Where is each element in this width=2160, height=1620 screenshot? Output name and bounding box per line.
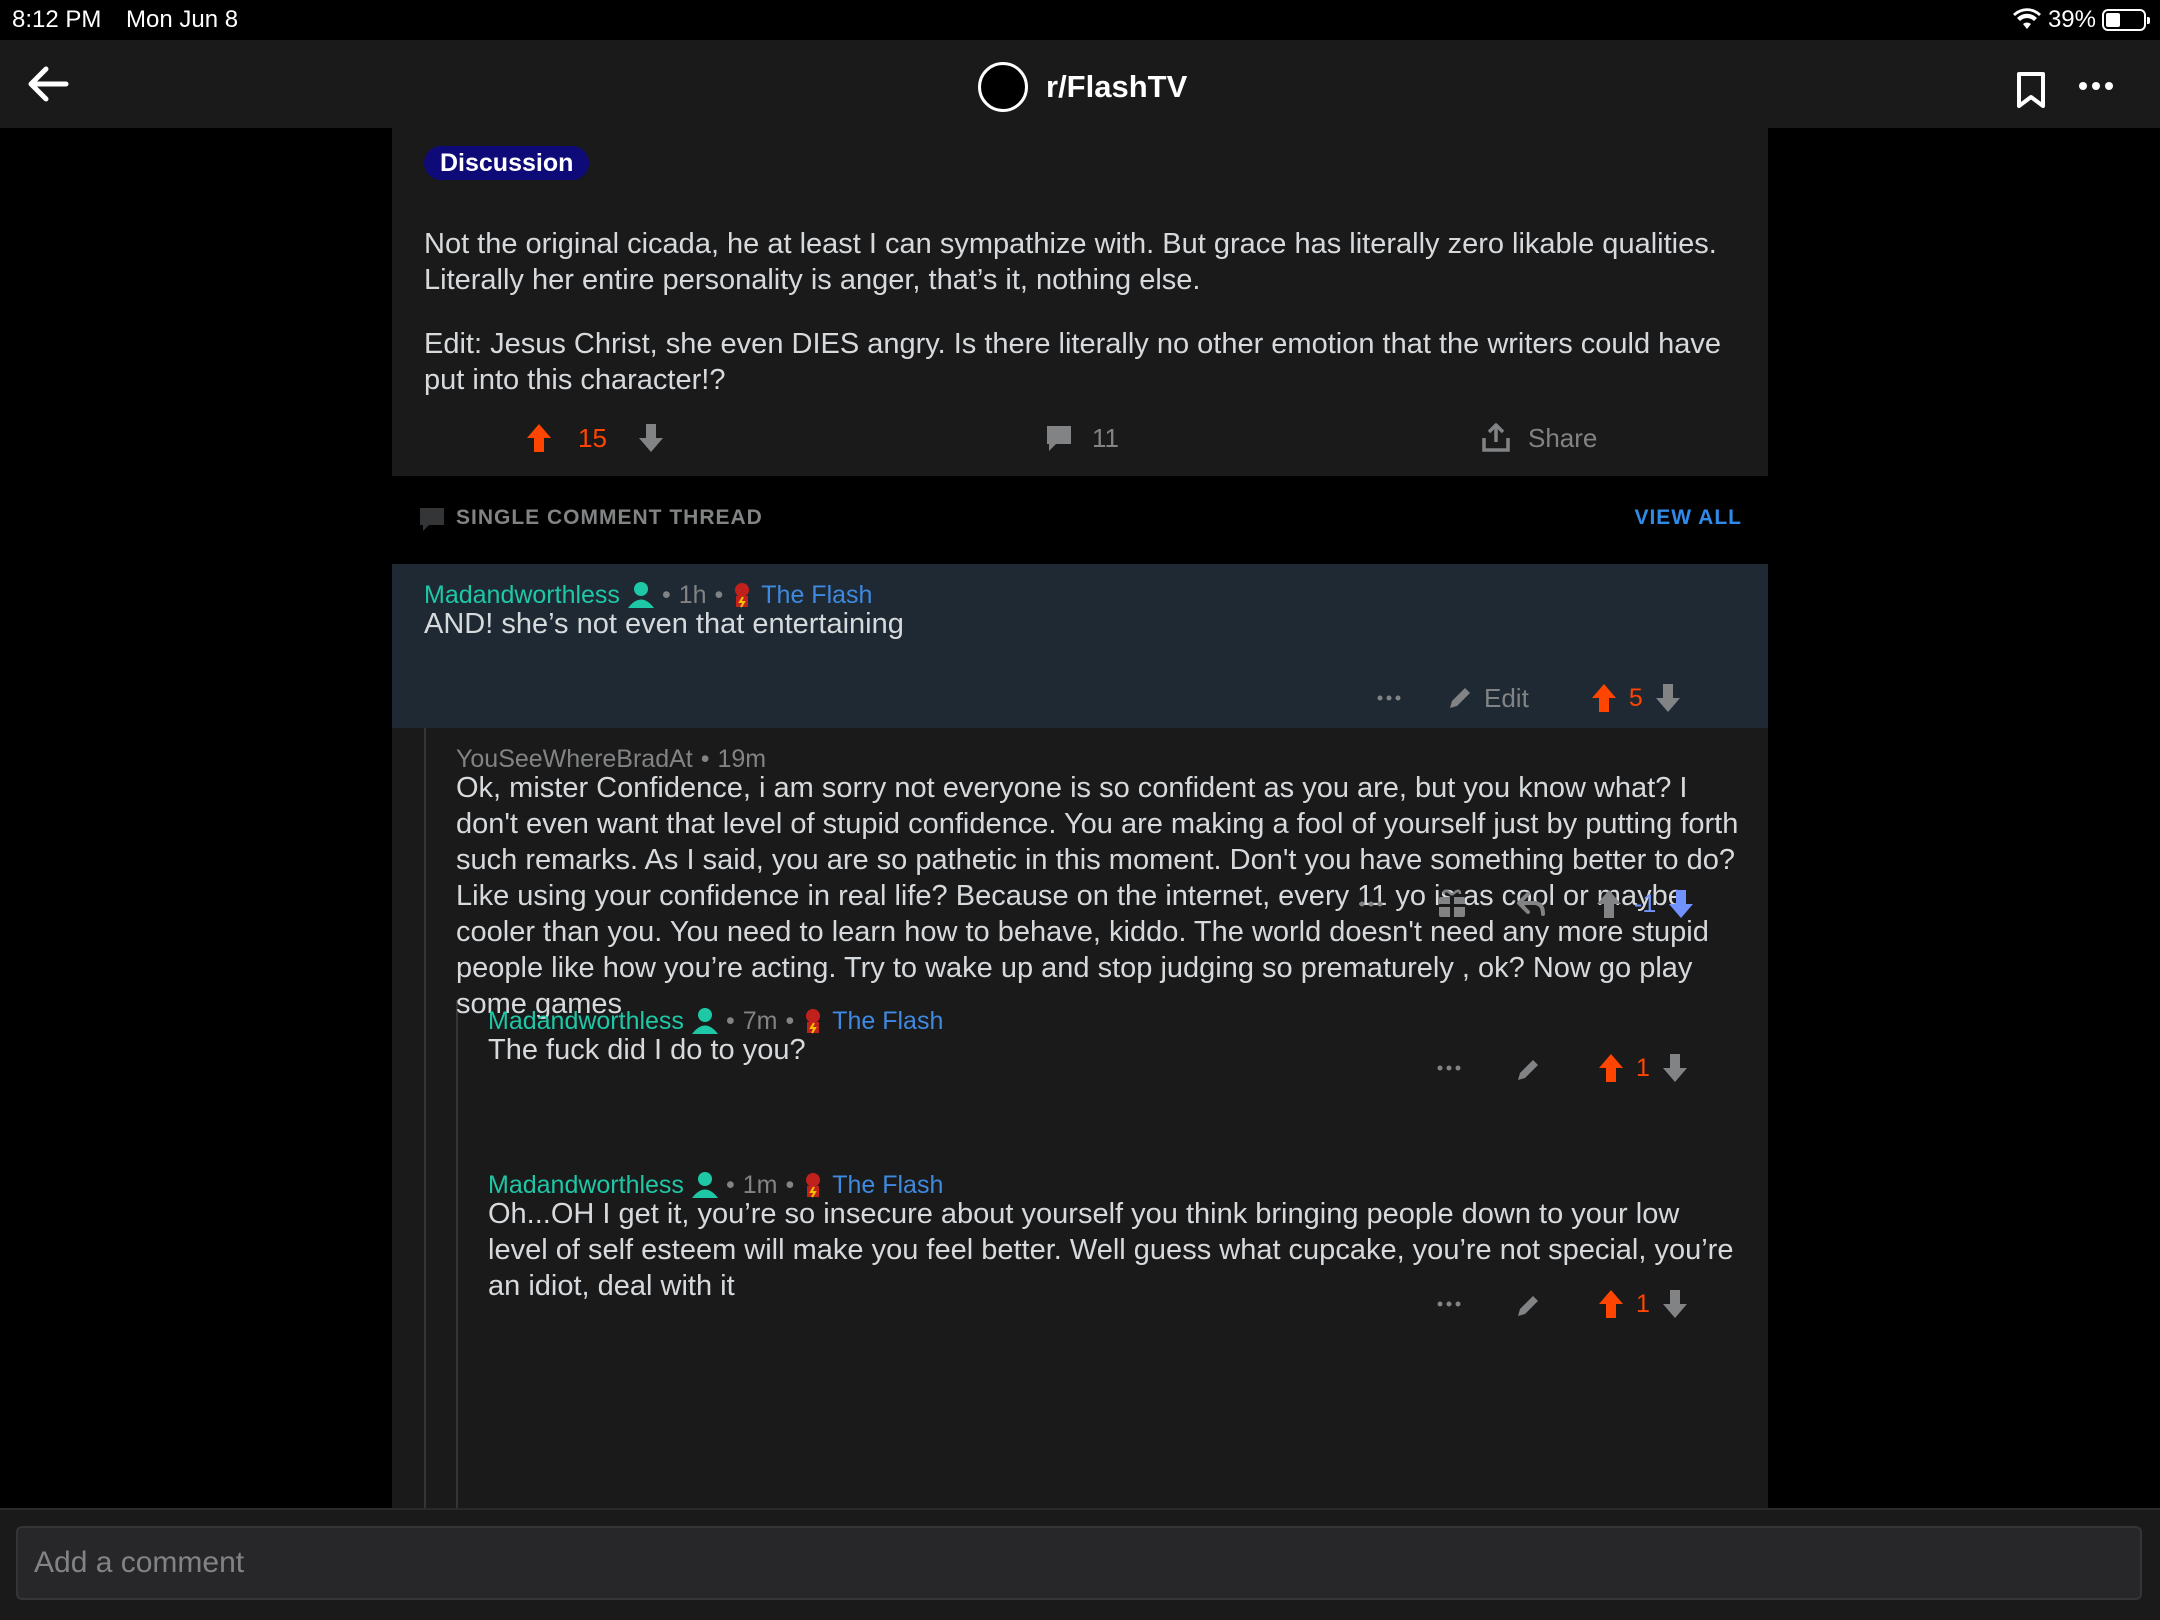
battery-percent: 39% xyxy=(2047,6,2096,33)
flash-flair-icon xyxy=(735,583,750,608)
wifi-icon xyxy=(2012,8,2041,29)
edit-button[interactable]: Edit xyxy=(1446,683,1529,714)
thread-header: SINGLE COMMENT THREAD VIEW ALL xyxy=(392,476,1768,558)
comment-score: 5 xyxy=(1628,683,1643,712)
post-card: Discussion Not the original cicada, he a… xyxy=(392,128,1768,476)
downvote-arrow-icon[interactable] xyxy=(1660,1048,1690,1088)
bookmark-icon[interactable] xyxy=(2014,70,2048,110)
more-options-icon[interactable] xyxy=(1356,884,1386,924)
user-icon xyxy=(691,1008,718,1034)
edit-label: Edit xyxy=(1484,682,1529,713)
battery-icon xyxy=(2102,9,2150,31)
share-button[interactable]: Share xyxy=(1480,418,1597,458)
comments-button[interactable]: 11 xyxy=(1044,418,1119,458)
upvote-arrow-icon[interactable] xyxy=(1589,678,1619,718)
top-nav: r/FlashTV xyxy=(0,40,2160,128)
upvote-arrow-icon[interactable] xyxy=(1596,1048,1626,1088)
more-options-icon[interactable] xyxy=(2076,68,2116,104)
thread-label: SINGLE COMMENT THREAD xyxy=(456,506,763,529)
gift-icon[interactable] xyxy=(1436,884,1468,924)
pencil-icon xyxy=(1450,688,1470,708)
more-options-icon[interactable] xyxy=(1434,1048,1464,1088)
post-actions: 15 11 Share xyxy=(392,418,1768,458)
status-time: 8:12 PM xyxy=(12,6,102,33)
flash-flair-icon xyxy=(806,1173,821,1198)
upvote-arrow-icon[interactable] xyxy=(524,418,554,458)
post-body: Not the original cicada, he at least I c… xyxy=(424,226,1744,426)
post-score: 15 xyxy=(578,422,607,453)
pencil-icon[interactable] xyxy=(1514,1284,1542,1324)
reply-arrow-icon[interactable] xyxy=(1516,884,1546,924)
comment-count: 11 xyxy=(1092,422,1119,453)
thread-line[interactable] xyxy=(424,728,426,1508)
downvote-arrow-icon[interactable] xyxy=(1666,884,1696,924)
comment-text: AND! she’s not even that entertaining xyxy=(424,608,904,640)
subreddit-avatar xyxy=(978,62,1028,112)
comment-bubble-icon xyxy=(1047,426,1071,451)
status-bar: 8:12 PM Mon Jun 8 39% xyxy=(0,0,2160,40)
subreddit-title: r/FlashTV xyxy=(1046,69,1188,104)
comment-score: 1 xyxy=(1636,1289,1650,1318)
replies: YouSeeWhereBradAt • 19m Ok, mister Confi… xyxy=(392,728,1768,1508)
share-icon xyxy=(1482,423,1510,452)
comment-actions: 1 xyxy=(1434,1284,1690,1324)
post-column: Discussion Not the original cicada, he a… xyxy=(392,128,1768,1508)
view-all-link[interactable]: VIEW ALL xyxy=(1634,506,1742,530)
more-options-icon[interactable] xyxy=(1434,1284,1464,1324)
highlighted-comment: Madandworthless • 1h • The Flash AND! sh… xyxy=(392,564,1768,728)
comment-bubble-icon xyxy=(420,508,444,531)
downvote-arrow-icon[interactable] xyxy=(636,418,666,458)
flash-flair-icon xyxy=(806,1009,821,1034)
comment-actions: 1 xyxy=(1434,1048,1690,1088)
status-date: Mon Jun 8 xyxy=(126,6,239,33)
downvote-arrow-icon[interactable] xyxy=(1653,678,1683,718)
comment-actions: -1 xyxy=(1356,884,1696,924)
comment-composer-bar xyxy=(0,1508,2160,1620)
comment-score: -1 xyxy=(1634,889,1657,918)
post-paragraph: Edit: Jesus Christ, she even DIES angry.… xyxy=(424,328,1722,396)
upvote-arrow-icon[interactable] xyxy=(1596,1284,1626,1324)
add-comment-input[interactable] xyxy=(16,1526,2142,1600)
subreddit-header[interactable]: r/FlashTV xyxy=(978,62,1187,112)
upvote-arrow-icon[interactable] xyxy=(1594,884,1624,924)
comment-score: 1 xyxy=(1636,1053,1650,1082)
thread-line[interactable] xyxy=(456,1000,458,1508)
user-icon xyxy=(627,582,654,608)
back-arrow-icon[interactable] xyxy=(26,64,70,104)
post-paragraph: Not the original cicada, he at least I c… xyxy=(424,228,1717,296)
comment-actions: Edit 5 xyxy=(1374,678,1683,718)
pencil-icon[interactable] xyxy=(1514,1048,1542,1088)
share-label: Share xyxy=(1528,422,1598,453)
post-flair[interactable]: Discussion xyxy=(424,146,590,180)
more-options-icon[interactable] xyxy=(1374,678,1404,718)
downvote-arrow-icon[interactable] xyxy=(1660,1284,1690,1324)
status-right: 39% xyxy=(2012,6,2150,34)
user-icon xyxy=(691,1172,718,1198)
